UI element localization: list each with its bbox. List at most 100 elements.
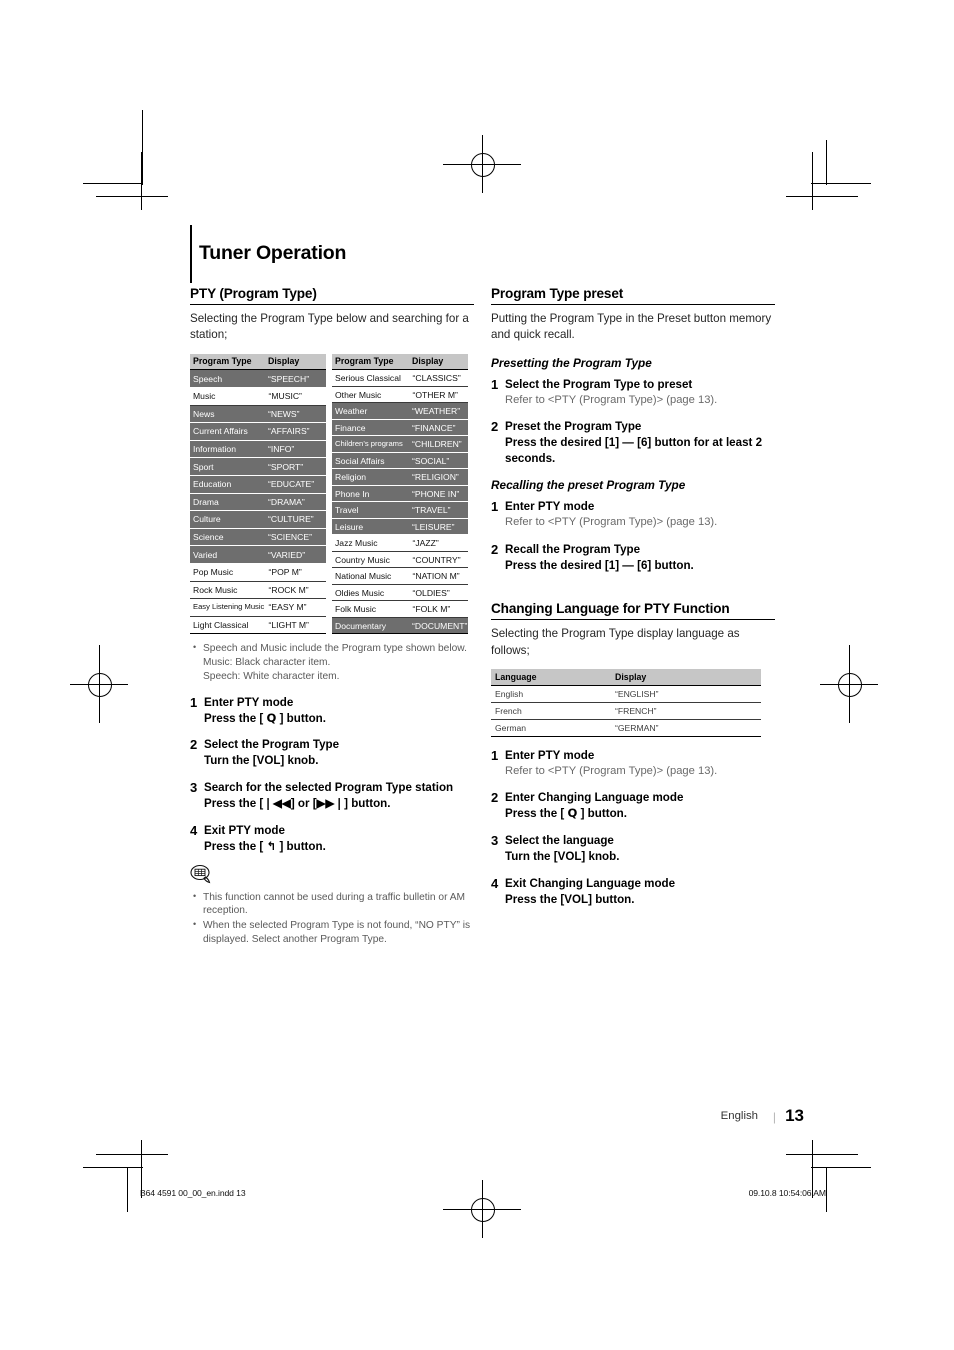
step-number: 2 — [491, 541, 499, 557]
cell-display: “JAZZ” — [409, 534, 468, 552]
step-number: 1 — [491, 499, 499, 515]
cell-display: “PHONE IN” — [409, 485, 468, 503]
step-4: 4 Exit PTY mode Press the [ ↰ ] button. — [190, 823, 474, 855]
table-row: Education “EDUCATE” — [190, 475, 326, 494]
cell-program-type: Drama — [190, 493, 265, 512]
cell-language: English — [491, 685, 611, 704]
step-action-post: ] button. — [276, 839, 326, 853]
step-number: 3 — [190, 780, 198, 796]
table-row: Rock Music “ROCK M” — [190, 581, 326, 600]
step-action: Press the [❘◀◀] or [▶▶❘] button. — [204, 797, 391, 811]
cell-program-type: Folk Music — [332, 600, 410, 618]
cell-program-type: Phone In — [332, 485, 409, 503]
table-row: Serious Classical “CLASSICS” — [332, 369, 468, 387]
step-title: Enter PTY mode — [505, 749, 595, 763]
table-row: Speech “SPEECH” — [190, 369, 326, 388]
table-row: Documentary “DOCUMENT” — [332, 617, 468, 635]
pty-table-notes: Speech and Music include the Program typ… — [190, 641, 474, 683]
table-row: Varied “VARIED” — [190, 545, 326, 564]
cell-language: French — [491, 702, 611, 721]
print-file-meta: B64 4591 00_00_en.indd 13 — [140, 1188, 246, 1198]
cell-program-type: Jazz Music — [332, 534, 410, 552]
cell-program-type: Education — [190, 475, 265, 494]
cell-display: “LEISURE” — [409, 518, 468, 536]
cell-program-type: Easy Listening Music — [190, 598, 266, 617]
cell-display: “LIGHT M” — [265, 616, 326, 635]
preset-step-1: 1 Select the Program Type to preset Refe… — [491, 377, 775, 408]
section-heading-pty: PTY (Program Type) — [190, 286, 474, 305]
step-action: Press the [ Q ] button. — [505, 806, 775, 822]
step-action-post: ] button. — [577, 807, 627, 821]
cell-program-type: Culture — [190, 510, 265, 529]
step-action-pre: Press the [ — [505, 807, 568, 821]
lang-step-1: 1 Enter PTY mode Refer to <PTY (Program … — [491, 748, 775, 779]
section-heading-preset: Program Type preset — [491, 286, 775, 305]
section-intro-preset: Putting the Program Type in the Preset b… — [491, 312, 772, 342]
step-number: 1 — [190, 694, 198, 710]
cell-display: “SPEECH” — [265, 369, 326, 388]
step-title: Enter PTY mode — [505, 500, 595, 514]
table-row: Sport “SPORT” — [190, 457, 326, 476]
return-arrow-icon: ↰ — [266, 838, 277, 853]
cell-display: “MUSIC” — [265, 387, 326, 406]
table-row: Religion “RELIGION” — [332, 468, 468, 486]
table-row: Information “INFO” — [190, 440, 326, 459]
list-item: This function cannot be used during a tr… — [190, 890, 474, 919]
cell-program-type: Country Music — [332, 551, 410, 569]
table-row: Easy Listening Music “EASY M” — [190, 598, 326, 617]
cell-display: “WEATHER” — [409, 402, 468, 420]
step-action: Press the desired [1] — [6] button for a… — [505, 436, 763, 465]
step-reference: Refer to <PTY (Program Type)> (page 13). — [505, 516, 718, 529]
step-action-pre: Press the [ — [204, 711, 267, 725]
step-number: 2 — [491, 790, 499, 806]
cell-display: “GERMAN” — [611, 719, 761, 738]
step-reference: Refer to <PTY (Program Type)> (page 13). — [505, 765, 718, 778]
step-2: 2 Select the Program Type Turn the [VOL]… — [190, 737, 474, 769]
cell-display: “SCIENCE” — [265, 528, 326, 547]
cell-display: “TRAVEL” — [409, 501, 468, 519]
step-title: Exit Changing Language mode — [505, 876, 676, 890]
cell-display: “SPORT” — [265, 457, 326, 476]
cell-program-type: National Music — [332, 567, 410, 585]
step-number: 2 — [190, 737, 198, 753]
step-action-post: ] button. — [276, 711, 326, 725]
pty-table-left: Program Type Display Speech “SPEECH” Music… — [190, 353, 326, 635]
subheading-presetting: Presetting the Program Type — [491, 355, 652, 370]
cell-program-type: Current Affairs — [190, 422, 265, 441]
cell-display: “INFO” — [265, 440, 326, 459]
step-number: 1 — [491, 376, 499, 392]
language-steps: 1 Enter PTY mode Refer to <PTY (Program … — [491, 748, 775, 907]
cell-program-type: Finance — [332, 419, 409, 437]
cell-display: “CLASSICS” — [409, 369, 468, 387]
step-title: Exit PTY mode — [204, 823, 285, 837]
language-table: Language Display English “ENGLISH” French “… — [491, 669, 761, 738]
table-header-row: Program Type Display — [332, 353, 468, 371]
table-row: Children’s programs “CHILDREN” — [332, 435, 468, 453]
cell-program-type: News — [190, 405, 265, 424]
step-number: 2 — [491, 419, 499, 435]
column-header-language: Language — [491, 669, 611, 687]
note-text: Speech and Music include the Program typ… — [203, 643, 467, 655]
cell-language: German — [491, 719, 611, 738]
cell-display: “VARIED” — [265, 545, 326, 564]
cell-display: “ROCK M” — [265, 581, 326, 600]
step-1: 1 Enter PTY mode Press the [ Q ] button. — [190, 695, 474, 727]
print-timestamp-meta: 09.10.8 10:54:06 AM — [748, 1188, 827, 1198]
cell-display: “FOLK M” — [409, 600, 468, 618]
column-header-display: Display — [265, 353, 326, 371]
table-row: Social Affairs “SOCIAL” — [332, 452, 468, 470]
cell-program-type: Music — [190, 387, 266, 406]
cell-display: “DRAMA” — [265, 493, 326, 512]
cell-display: “CHILDREN” — [409, 435, 468, 453]
left-column: PTY (Program Type) Selecting the Program… — [190, 286, 474, 948]
step-reference: Refer to <PTY (Program Type)> (page 13). — [505, 393, 718, 406]
step-action-pre: Press the [ — [204, 839, 267, 853]
right-column: Program Type preset Putting the Program … — [491, 286, 775, 907]
step-action: Press the desired [1] — [6] button. — [505, 558, 694, 572]
cell-program-type: Speech — [190, 369, 265, 388]
table-header-row: Language Display — [491, 669, 761, 687]
footer-language: English — [720, 1110, 758, 1122]
pty-steps: 1 Enter PTY mode Press the [ Q ] button.… — [190, 695, 474, 855]
cell-display: “FRENCH” — [611, 702, 761, 721]
cell-program-type: Other Music — [332, 386, 410, 404]
